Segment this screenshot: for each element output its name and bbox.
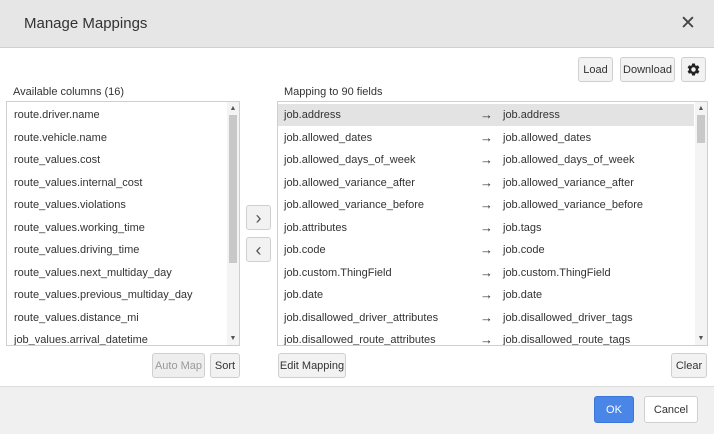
mapping-target-field: job.allowed_variance_before (503, 199, 644, 211)
close-icon[interactable]: ✕ (678, 14, 698, 34)
mapping-target-field: job.date (503, 289, 543, 301)
mapping-list[interactable]: job.address → job.address job.allowed_dates… (277, 101, 708, 346)
arrow-right-icon: → (480, 107, 493, 122)
dialog-header: Manage Mappings ✕ (0, 0, 714, 48)
arrow-right-icon: → (480, 287, 493, 302)
scroll-down-icon[interactable]: ▼ (695, 334, 707, 344)
mapping-source-field: job.attributes (284, 221, 347, 234)
available-column-label: route_values.driving_time (14, 244, 140, 256)
available-column-label: route_values.cost (14, 154, 101, 166)
download-button[interactable]: Download (620, 57, 675, 82)
mapping-row[interactable]: job.allowed_days_of_week → job.allowed_day… (278, 149, 694, 171)
available-column-item[interactable]: route.driver.name (7, 104, 226, 126)
mapping-target-field: job.address (503, 109, 560, 121)
arrow-right-icon: → (480, 129, 493, 145)
available-scrollbar[interactable]: ▲ ▼ (227, 102, 239, 345)
available-column-label: route_values.violations (14, 199, 126, 211)
available-column-item[interactable]: route_values.cost (7, 149, 226, 171)
mapping-row[interactable]: job.date → job.date (278, 284, 694, 306)
auto-map-button[interactable]: Auto Map (152, 353, 205, 378)
scroll-up-icon[interactable]: ▲ (695, 104, 707, 114)
mapping-scrollbar[interactable]: ▲ ▼ (695, 102, 707, 345)
move-left-button[interactable]: ‹ (246, 237, 271, 262)
move-right-button[interactable]: › (246, 205, 271, 230)
arrow-right-icon: → (480, 264, 493, 280)
scroll-down-icon[interactable]: ▼ (227, 334, 239, 344)
mapping-source-field: job.address (284, 109, 341, 121)
arrow-right-icon: → (480, 197, 493, 212)
arrow-right-icon: → (480, 242, 493, 257)
available-columns-list[interactable]: route.driver.name route.vehicle.name route… (6, 101, 240, 346)
cancel-button[interactable]: Cancel (644, 396, 698, 423)
mapping-source-field: job.disallowed_route_attributes (284, 334, 436, 346)
mapping-row[interactable]: job.allowed_variance_before → job.allowed_… (278, 194, 694, 216)
edit-mapping-button[interactable]: Edit Mapping (278, 353, 346, 378)
mapping-source-field: job.allowed_dates (284, 131, 373, 144)
available-columns-label: Available columns (16) (13, 86, 125, 98)
mapping-target-field: job.disallowed_driver_tags (503, 311, 633, 324)
available-column-label: route_values.next_multiday_day (14, 266, 172, 279)
available-column-label: route_values.internal_cost (14, 176, 143, 189)
mapping-row[interactable]: job.custom.ThingField → job.custom.ThingFi… (278, 262, 694, 284)
arrow-right-icon: → (480, 174, 493, 190)
mapping-source-field: job.code (284, 244, 326, 256)
load-button[interactable]: Load (578, 57, 613, 82)
dialog-title: Manage Mappings (24, 15, 148, 32)
available-column-item[interactable]: route_values.next_multiday_day (7, 262, 226, 284)
available-column-item[interactable]: route.vehicle.name (7, 127, 226, 149)
available-column-label: route_values.distance_mi (14, 311, 139, 324)
available-column-item[interactable]: route_values.internal_cost (7, 172, 226, 194)
chevron-left-icon: ‹ (255, 239, 262, 260)
mapping-target-field: job.custom.ThingField (503, 266, 611, 279)
mapping-source-field: job.allowed_variance_after (284, 176, 415, 189)
mapping-row[interactable]: job.disallowed_driver_attributes → job.dis… (278, 307, 694, 329)
mapping-source-field: job.allowed_days_of_week (284, 154, 416, 166)
mapping-target-field: job.allowed_days_of_week (503, 154, 635, 166)
available-column-label: job_values.arrival_datetime (14, 334, 148, 346)
mapping-source-field: job.allowed_variance_before (284, 199, 425, 211)
mapping-target-field: job.code (503, 244, 545, 256)
settings-button[interactable] (681, 57, 706, 82)
chevron-right-icon: › (255, 207, 262, 228)
available-column-label: route.vehicle.name (14, 131, 107, 144)
available-column-label: route.driver.name (14, 109, 100, 121)
mapping-source-field: job.custom.ThingField (284, 266, 392, 279)
gear-icon (687, 63, 700, 76)
mapping-source-field: job.date (284, 289, 324, 301)
mapping-target-field: job.allowed_dates (503, 131, 592, 144)
available-column-item[interactable]: route_values.previous_multiday_day (7, 284, 226, 306)
ok-button[interactable]: OK (594, 396, 634, 423)
scroll-up-icon[interactable]: ▲ (227, 104, 239, 114)
available-column-item[interactable]: route_values.violations (7, 194, 226, 216)
arrow-right-icon: → (480, 152, 493, 167)
arrow-right-icon: → (480, 309, 493, 325)
scroll-thumb[interactable] (697, 115, 705, 143)
clear-button[interactable]: Clear (671, 353, 707, 378)
scroll-thumb[interactable] (229, 115, 237, 263)
mapping-target-field: job.allowed_variance_after (503, 176, 634, 189)
available-column-label: route_values.working_time (14, 221, 145, 234)
mapping-label: Mapping to 90 fields (284, 86, 383, 98)
mapping-source-field: job.disallowed_driver_attributes (284, 311, 439, 324)
mapping-row[interactable]: job.disallowed_route_attributes → job.disa… (278, 329, 694, 346)
mapping-target-field: job.tags (503, 221, 542, 234)
mapping-target-field: job.disallowed_route_tags (503, 334, 631, 346)
available-column-item[interactable]: route_values.distance_mi (7, 307, 226, 329)
mapping-row[interactable]: job.attributes → job.tags (278, 217, 694, 239)
mapping-row[interactable]: job.address → job.address (278, 104, 694, 126)
available-column-item[interactable]: route_values.driving_time (7, 239, 226, 261)
available-column-item[interactable]: job_values.arrival_datetime (7, 329, 226, 346)
mapping-row[interactable]: job.code → job.code (278, 239, 694, 261)
available-column-item[interactable]: route_values.working_time (7, 217, 226, 239)
mapping-row[interactable]: job.allowed_variance_after → job.allowed_v… (278, 172, 694, 194)
arrow-right-icon: → (480, 332, 493, 346)
arrow-right-icon: → (480, 219, 493, 235)
mapping-row[interactable]: job.allowed_dates → job.allowed_dates (278, 127, 694, 149)
sort-button[interactable]: Sort (210, 353, 240, 378)
available-column-label: route_values.previous_multiday_day (14, 289, 193, 301)
